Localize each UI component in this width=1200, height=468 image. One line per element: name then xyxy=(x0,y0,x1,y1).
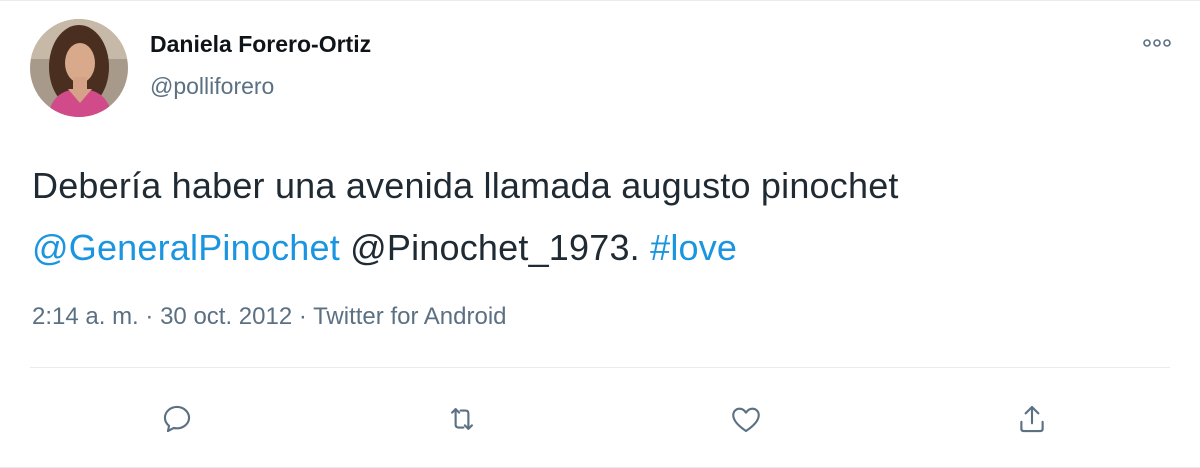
retweet-button[interactable] xyxy=(440,397,484,441)
mention-text: @Pinochet_1973. xyxy=(350,227,640,268)
author-handle[interactable]: @polliforero xyxy=(150,73,274,100)
reply-icon xyxy=(163,405,191,433)
tweet-text-body: Debería haber una avenida llamada august… xyxy=(32,165,899,206)
mention-link[interactable]: @GeneralPinochet xyxy=(32,227,340,268)
heart-icon xyxy=(732,407,760,433)
tweet-card: Daniela Forero-Ortiz @polliforero Deberí… xyxy=(0,0,1200,468)
hashtag-link[interactable]: #love xyxy=(650,227,737,268)
action-bar xyxy=(0,397,1200,441)
tweet-text: Debería haber una avenida llamada august… xyxy=(32,155,1162,279)
share-button[interactable] xyxy=(1010,397,1054,441)
tweet-meta: 2:14 a. m. · 30 oct. 2012 · Twitter for … xyxy=(32,303,507,331)
retweet-icon xyxy=(451,408,473,430)
tweet-time[interactable]: 2:14 a. m. xyxy=(32,303,139,330)
reply-button[interactable] xyxy=(155,397,199,441)
meta-separator: · xyxy=(145,303,154,330)
divider xyxy=(30,367,1170,368)
meta-separator: · xyxy=(298,303,307,330)
like-button[interactable] xyxy=(724,397,768,441)
share-icon xyxy=(1020,405,1044,433)
tweet-date[interactable]: 30 oct. 2012 xyxy=(160,303,292,330)
tweet-source[interactable]: Twitter for Android xyxy=(313,303,506,330)
author-name[interactable]: Daniela Forero-Ortiz xyxy=(150,31,371,58)
avatar[interactable] xyxy=(30,19,128,117)
more-options-icon[interactable] xyxy=(1140,31,1174,55)
